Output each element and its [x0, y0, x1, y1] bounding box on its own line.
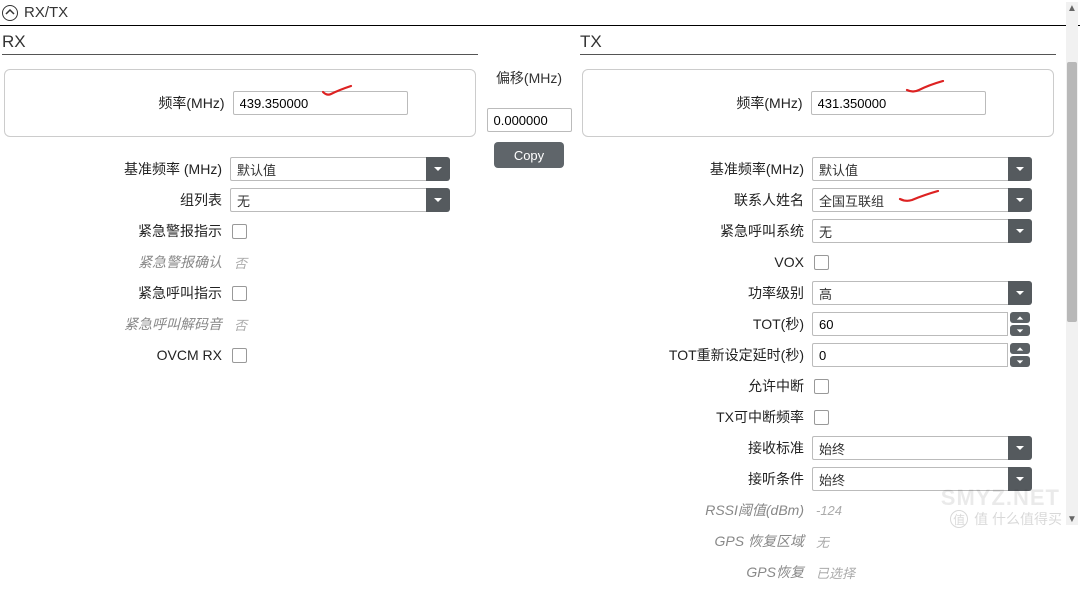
tx-tot-label: TOT(秒): [578, 314, 812, 334]
tx-freq-label: 频率(MHz): [651, 93, 811, 113]
rxtx-body: RX 频率(MHz) 基准频率 (MHz) 默认值 组列表 无 紧急警报指示: [0, 26, 1080, 591]
tx-contact-value: 全国互联组: [812, 188, 1008, 212]
tx-allow-interrupt-checkbox[interactable]: [814, 379, 829, 394]
tx-rssi-label: RSSI阈值(dBm): [578, 500, 812, 520]
rx-ovcm-label: OVCM RX: [0, 347, 230, 363]
scrollbar[interactable]: ▲ ▼: [1066, 2, 1078, 525]
rx-title: RX: [2, 32, 478, 55]
rx-group-list-label: 组列表: [0, 190, 230, 210]
rx-freq-input[interactable]: [233, 91, 408, 115]
chevron-down-icon[interactable]: [1010, 325, 1030, 336]
section-title: RX/TX: [24, 4, 68, 21]
tx-tot-rekey-input[interactable]: [812, 343, 1008, 367]
tx-admit-value: 始终: [812, 436, 1008, 460]
rx-emergency-ack-value: 否: [230, 253, 247, 272]
chevron-up-icon[interactable]: [1010, 312, 1030, 323]
rx-emergency-decode-value: 否: [230, 315, 247, 334]
scrollbar-thumb[interactable]: [1067, 62, 1077, 322]
rx-emergency-alarm-checkbox[interactable]: [232, 224, 247, 239]
rx-group-list-select[interactable]: 无: [230, 188, 450, 212]
copy-button[interactable]: Copy: [494, 142, 564, 168]
tx-gps-zone-label: GPS 恢复区域: [578, 531, 812, 551]
tx-allow-interrupt-label: 允许中断: [578, 376, 812, 396]
watermark-zdm: 值 值 什么值得买: [950, 509, 1062, 529]
scroll-down-icon[interactable]: ▼: [1066, 513, 1078, 525]
rx-group-list-value: 无: [230, 188, 426, 212]
rx-ref-freq-value: 默认值: [230, 157, 426, 181]
offset-input[interactable]: [487, 108, 572, 132]
chevron-down-icon: [1008, 219, 1032, 243]
scroll-up-icon[interactable]: ▲: [1066, 2, 1078, 14]
tx-power-label: 功率级别: [578, 283, 812, 303]
tx-power-select[interactable]: 高: [812, 281, 1032, 305]
collapse-icon[interactable]: [2, 5, 18, 21]
rx-ref-freq-label: 基准频率 (MHz): [0, 159, 230, 179]
chevron-down-icon: [426, 157, 450, 181]
tx-freq-panel: 频率(MHz): [582, 69, 1054, 137]
rx-freq-panel: 频率(MHz): [4, 69, 476, 137]
tx-freq-input[interactable]: [811, 91, 986, 115]
chevron-down-icon: [1008, 157, 1032, 181]
tx-ref-freq-label: 基准频率(MHz): [578, 159, 812, 179]
rx-column: RX 频率(MHz) 基准频率 (MHz) 默认值 组列表 无 紧急警报指示: [0, 32, 480, 374]
tx-admit-label: 接收标准: [578, 438, 812, 458]
tx-vox-label: VOX: [578, 254, 812, 270]
tx-gps-revert-value: 已选择: [812, 563, 855, 582]
tx-emergency-sys-label: 紧急呼叫系统: [578, 221, 812, 241]
tx-power-value: 高: [812, 281, 1008, 305]
watermark-smyz: SMYZ.NET: [941, 485, 1060, 511]
tx-contact-select[interactable]: 全国互联组: [812, 188, 1032, 212]
tx-tot-input[interactable]: [812, 312, 1008, 336]
tx-interruptible-checkbox[interactable]: [814, 410, 829, 425]
rx-emergency-alarm-label: 紧急警报指示: [0, 221, 230, 241]
tx-gps-zone-value: 无: [812, 532, 829, 551]
tx-emergency-sys-select[interactable]: 无: [812, 219, 1032, 243]
tx-tot-spinner[interactable]: [1008, 312, 1030, 336]
chevron-down-icon: [1008, 281, 1032, 305]
chevron-up-icon[interactable]: [1010, 343, 1030, 354]
tx-contact-label: 联系人姓名: [578, 190, 812, 210]
tx-gps-revert-label: GPS恢复: [578, 562, 812, 582]
chevron-down-icon: [1008, 188, 1032, 212]
rx-ovcm-checkbox[interactable]: [232, 348, 247, 363]
section-header[interactable]: RX/TX: [0, 0, 1080, 26]
rx-emergency-decode-label: 紧急呼叫解码音: [0, 314, 230, 334]
chevron-down-icon: [1008, 436, 1032, 460]
tx-tot-rekey-spinner[interactable]: [1008, 343, 1030, 367]
offset-column: 偏移(MHz) Copy: [480, 32, 578, 168]
tx-ref-freq-value: 默认值: [812, 157, 1008, 181]
rx-freq-label: 频率(MHz): [73, 93, 233, 113]
rx-emergency-call-label: 紧急呼叫指示: [0, 283, 230, 303]
tx-rssi-value: -124: [812, 503, 842, 518]
tx-title: TX: [580, 32, 1056, 55]
tx-vox-checkbox[interactable]: [814, 255, 829, 270]
tx-ref-freq-select[interactable]: 默认值: [812, 157, 1032, 181]
offset-label: 偏移(MHz): [496, 64, 562, 88]
tx-tot-rekey-label: TOT重新设定延时(秒): [578, 345, 812, 365]
tx-interruptible-label: TX可中断频率: [578, 407, 812, 427]
rx-ref-freq-select[interactable]: 默认值: [230, 157, 450, 181]
rx-emergency-ack-label: 紧急警报确认: [0, 252, 230, 272]
tx-incall-label: 接听条件: [578, 469, 812, 489]
tx-admit-select[interactable]: 始终: [812, 436, 1032, 460]
chevron-down-icon: [426, 188, 450, 212]
rx-emergency-call-checkbox[interactable]: [232, 286, 247, 301]
tx-emergency-sys-value: 无: [812, 219, 1008, 243]
chevron-down-icon[interactable]: [1010, 356, 1030, 367]
